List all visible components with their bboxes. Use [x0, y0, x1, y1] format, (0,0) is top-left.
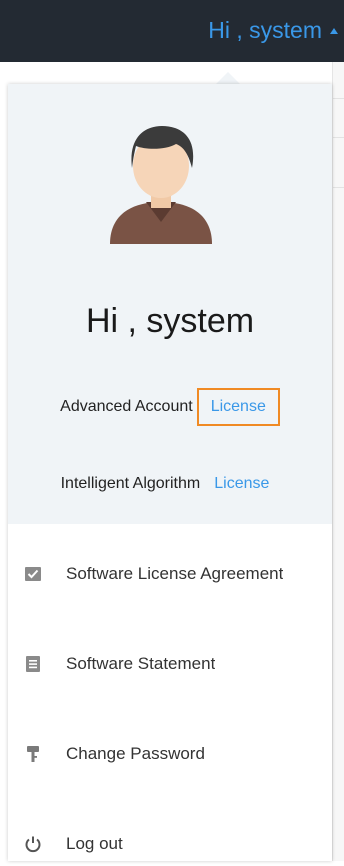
menu-item-log-out[interactable]: Log out [8, 822, 332, 866]
advanced-account-label: Advanced Account [60, 398, 193, 415]
menu-item-software-license-agreement[interactable]: Software License Agreement [8, 552, 332, 596]
advanced-account-license-link[interactable]: License [196, 388, 280, 426]
intelligent-algorithm-row: Intelligent Algorithm License [8, 467, 332, 501]
intelligent-algorithm-label: Intelligent Algorithm [60, 475, 201, 492]
profile-panel: Hi , system Advanced Account License Int… [8, 84, 332, 524]
menu-item-label: Software Statement [66, 654, 216, 673]
user-menu-toggle[interactable]: Hi , system [208, 17, 338, 44]
profile-greeting: Hi , system [85, 302, 255, 340]
key-icon [24, 745, 42, 763]
user-avatar-icon [110, 126, 212, 244]
user-greeting: Hi , system [208, 17, 322, 43]
caret-up-icon [330, 27, 338, 34]
power-icon [24, 835, 42, 853]
advanced-account-row: Advanced Account License [8, 388, 332, 426]
license-agreement-icon [24, 565, 42, 583]
menu-item-change-password[interactable]: Change Password [8, 732, 332, 776]
top-navbar: Hi , system [0, 0, 344, 62]
menu-item-label: Log out [66, 834, 123, 853]
user-dropdown: Hi , system Advanced Account License Int… [8, 84, 332, 861]
menu-item-label: Software License Agreement [66, 564, 284, 583]
menu-item-software-statement[interactable]: Software Statement [8, 642, 332, 686]
statement-icon [24, 655, 42, 673]
background-page [332, 62, 344, 861]
dropdown-pointer [216, 72, 240, 84]
menu-item-label: Change Password [66, 744, 205, 763]
intelligent-algorithm-license-link[interactable]: License [204, 467, 279, 501]
